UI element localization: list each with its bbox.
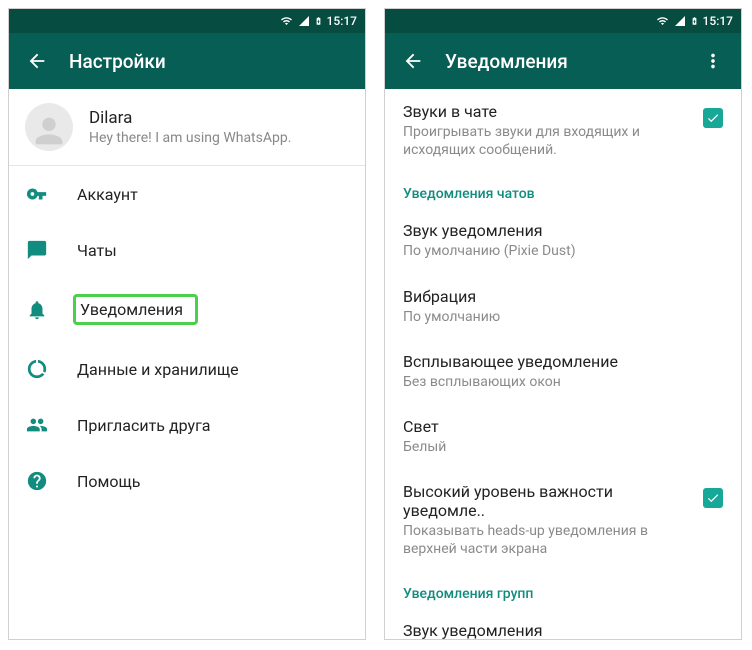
highlight-notifications: Уведомления	[73, 294, 198, 325]
wifi-icon	[655, 15, 670, 27]
checkbox-chat-sounds[interactable]	[703, 108, 723, 128]
more-vert-icon	[702, 50, 724, 72]
menu-label: Чаты	[77, 241, 117, 260]
profile-status: Hey there! I am using WhatsApp.	[89, 130, 291, 146]
appbar-title: Настройки	[69, 50, 357, 73]
setting-title: Звуки в чате	[403, 102, 693, 121]
section-header-chat: Уведомления чатов	[385, 172, 741, 208]
setting-title: Вибрация	[403, 287, 723, 306]
back-button[interactable]	[393, 41, 433, 81]
battery-icon	[314, 14, 323, 28]
status-bar: 15:17	[385, 9, 741, 33]
setting-sub: Проигрывать звуки для входящих и исходящ…	[403, 123, 693, 159]
menu-item-chats[interactable]: Чаты	[9, 222, 365, 278]
menu-label: Аккаунт	[77, 185, 138, 204]
menu-item-data[interactable]: Данные и хранилище	[9, 341, 365, 397]
setting-vibration[interactable]: Вибрация По умолчанию	[385, 274, 741, 339]
setting-title: Свет	[403, 417, 723, 436]
setting-light[interactable]: Свет Белый	[385, 404, 741, 469]
settings-content: Dilara Hey there! I am using WhatsApp. А…	[9, 89, 365, 639]
status-time: 15:17	[327, 14, 357, 28]
appbar-title: Уведомления	[445, 50, 693, 73]
settings-screen: 15:17 Настройки Dilara Hey there! I am u…	[8, 8, 366, 640]
menu-label: Помощь	[77, 472, 140, 491]
notifications-content: Звуки в чате Проигрывать звуки для входя…	[385, 89, 741, 639]
setting-popup[interactable]: Всплывающее уведомление Без всплывающих …	[385, 339, 741, 404]
menu-item-invite[interactable]: Пригласить друга	[9, 397, 365, 453]
avatar	[25, 103, 73, 151]
battery-icon	[690, 14, 699, 28]
notifications-screen: 15:17 Уведомления Звуки в чате Проигрыва…	[384, 8, 742, 640]
setting-sub: Показывать heads-up уведомления в верхне…	[403, 522, 693, 558]
section-header-group: Уведомления групп	[385, 572, 741, 608]
people-icon	[25, 413, 49, 437]
chat-icon	[25, 238, 49, 262]
app-bar: Уведомления	[385, 33, 741, 89]
setting-sub: По умолчанию	[403, 308, 723, 326]
menu-label: Уведомления	[80, 300, 183, 319]
wifi-icon	[279, 15, 294, 27]
menu-item-help[interactable]: Помощь	[9, 453, 365, 509]
status-time: 15:17	[703, 14, 733, 28]
setting-chat-sounds[interactable]: Звуки в чате Проигрывать звуки для входя…	[385, 89, 741, 172]
back-button[interactable]	[17, 41, 57, 81]
setting-group-sound[interactable]: Звук уведомления По умолчанию (Pixie Dus…	[385, 608, 741, 640]
setting-notif-sound[interactable]: Звук уведомления По умолчанию (Pixie Dus…	[385, 208, 741, 273]
status-bar: 15:17	[9, 9, 365, 33]
menu-item-notifications[interactable]: Уведомления	[9, 278, 365, 341]
signal-icon	[298, 15, 310, 27]
menu-item-account[interactable]: Аккаунт	[9, 166, 365, 222]
more-button[interactable]	[693, 41, 733, 81]
setting-title: Высокий уровень важности уведомле..	[403, 482, 693, 520]
help-icon	[25, 469, 49, 493]
check-icon	[706, 111, 720, 125]
bell-icon	[25, 298, 49, 322]
setting-title: Звук уведомления	[403, 221, 723, 240]
arrow-back-icon	[402, 50, 424, 72]
signal-icon	[674, 15, 686, 27]
setting-title: Звук уведомления	[403, 621, 723, 640]
setting-sub: Без всплывающих окон	[403, 373, 723, 391]
profile-name: Dilara	[89, 108, 291, 128]
checkbox-high-priority[interactable]	[703, 488, 723, 508]
data-usage-icon	[25, 357, 49, 381]
menu-label: Данные и хранилище	[77, 360, 239, 379]
setting-title: Всплывающее уведомление	[403, 352, 723, 371]
key-icon	[25, 182, 49, 206]
setting-sub: По умолчанию (Pixie Dust)	[403, 242, 723, 260]
arrow-back-icon	[26, 50, 48, 72]
profile-text: Dilara Hey there! I am using WhatsApp.	[89, 108, 291, 146]
setting-sub: Белый	[403, 438, 723, 456]
app-bar: Настройки	[9, 33, 365, 89]
setting-high-priority[interactable]: Высокий уровень важности уведомле.. Пока…	[385, 469, 741, 571]
person-icon	[29, 111, 69, 151]
menu-label: Пригласить друга	[77, 416, 211, 435]
profile-row[interactable]: Dilara Hey there! I am using WhatsApp.	[9, 89, 365, 165]
check-icon	[706, 491, 720, 505]
